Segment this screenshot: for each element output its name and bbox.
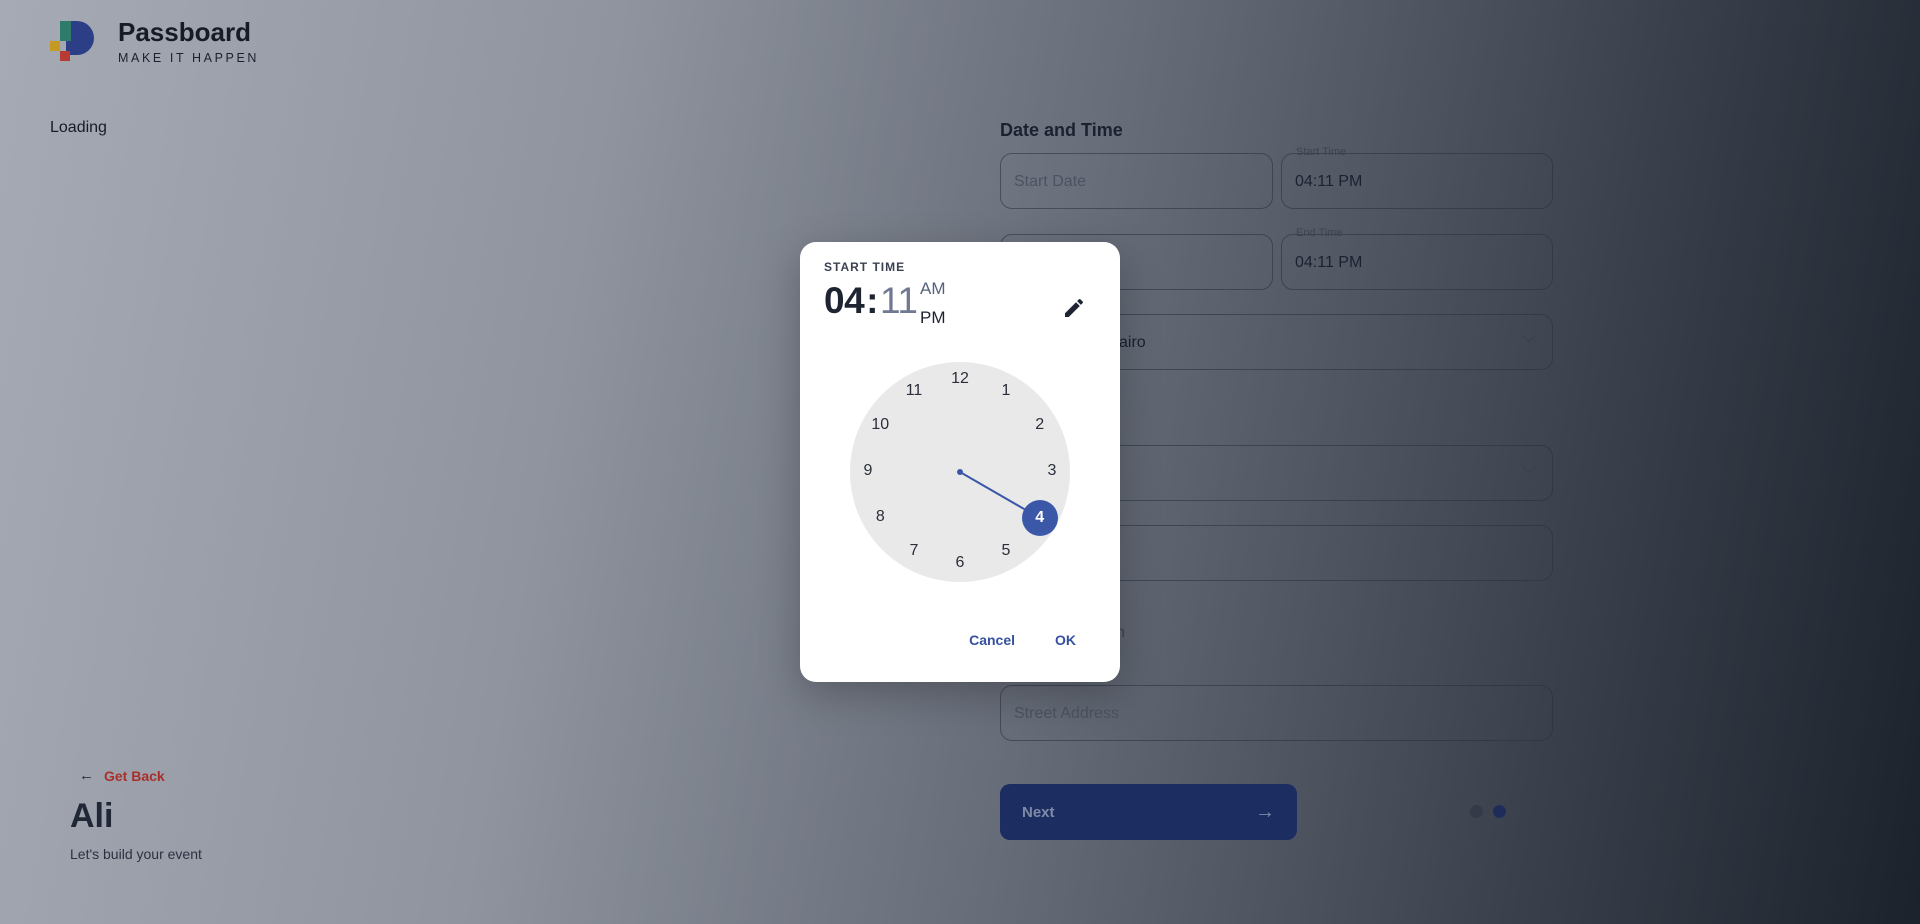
- get-back-link[interactable]: ← Get Back: [79, 767, 165, 784]
- loading-text: Loading: [50, 119, 107, 136]
- clock-hour-9[interactable]: 9: [853, 462, 883, 482]
- clock-hour-10[interactable]: 10: [865, 416, 895, 436]
- clock-hour-3[interactable]: 3: [1037, 462, 1067, 482]
- clock-hour-5[interactable]: 5: [991, 542, 1021, 562]
- pm-option[interactable]: PM: [920, 308, 946, 328]
- clock-hour-11[interactable]: 11: [899, 382, 929, 402]
- step-indicator: [1470, 805, 1506, 818]
- end-time-field[interactable]: End Time 04:11 PM: [1281, 227, 1553, 290]
- end-time-label: End Time: [1296, 227, 1343, 239]
- step-dot-active: [1493, 805, 1506, 818]
- clock-hour-8[interactable]: 8: [865, 508, 895, 528]
- start-time-field[interactable]: Start Time 04:11 PM: [1281, 146, 1553, 209]
- clock-hour-2[interactable]: 2: [1025, 416, 1055, 436]
- street-address-field[interactable]: Street Address: [1000, 685, 1553, 741]
- ampm-toggle: AM PM: [920, 279, 946, 328]
- start-date-field[interactable]: Start Date: [1000, 153, 1273, 209]
- street-address-placeholder: Street Address: [1014, 705, 1119, 722]
- clock-face[interactable]: 12 1 2 3 4 5 6 7 8 9 10 11: [850, 362, 1070, 582]
- brand-text: Passboard MAKE IT HAPPEN: [118, 18, 259, 65]
- user-name: Ali: [70, 797, 114, 835]
- brand-logo[interactable]: Passboard MAKE IT HAPPEN: [50, 18, 259, 65]
- clock-hour-1[interactable]: 1: [991, 382, 1021, 402]
- time-picker-dialog: START TIME 04:11 AM PM 12 1 2 3 4 5 6 7 8 9 10 11 C…: [800, 242, 1120, 682]
- end-time-value: 04:11 PM: [1295, 254, 1363, 271]
- chevron-down-icon: [1521, 539, 1537, 555]
- get-back-label: Get Back: [104, 767, 165, 784]
- brand-name: Passboard: [118, 17, 251, 47]
- time-display: 04:11: [824, 280, 918, 322]
- cancel-button[interactable]: Cancel: [969, 632, 1015, 648]
- next-button[interactable]: Next →: [1000, 784, 1297, 840]
- brand-tagline: MAKE IT HAPPEN: [118, 50, 260, 65]
- time-separator: :: [866, 280, 878, 321]
- passboard-logo-icon: [50, 20, 96, 62]
- am-option[interactable]: AM: [920, 279, 946, 299]
- step-dot: [1470, 805, 1483, 818]
- start-time-value: 04:11 PM: [1295, 173, 1363, 190]
- start-date-placeholder: Start Date: [1014, 173, 1087, 190]
- clock-hour-7[interactable]: 7: [899, 542, 929, 562]
- chevron-down-icon: [1521, 459, 1537, 475]
- timezone-value: airo: [1119, 334, 1146, 351]
- chevron-down-icon: [1521, 328, 1537, 344]
- clock-hour-6[interactable]: 6: [945, 554, 975, 574]
- next-label: Next: [1022, 803, 1055, 821]
- time-picker-title: START TIME: [824, 260, 906, 274]
- ok-button[interactable]: OK: [1055, 632, 1076, 648]
- dialog-actions: Cancel OK: [969, 632, 1076, 648]
- minute-display[interactable]: 11: [880, 280, 918, 321]
- clock-hour-selected[interactable]: 4: [1021, 500, 1058, 536]
- arrow-right-icon: →: [1255, 800, 1275, 823]
- page-subtitle: Let's build your event: [70, 846, 202, 862]
- section-title: Date and Time: [1000, 120, 1123, 140]
- pencil-icon[interactable]: [1062, 296, 1086, 320]
- arrow-left-icon: ←: [79, 767, 94, 784]
- start-time-label: Start Time: [1296, 146, 1347, 158]
- hour-display[interactable]: 04: [824, 280, 865, 321]
- clock-hour-12[interactable]: 12: [945, 370, 975, 390]
